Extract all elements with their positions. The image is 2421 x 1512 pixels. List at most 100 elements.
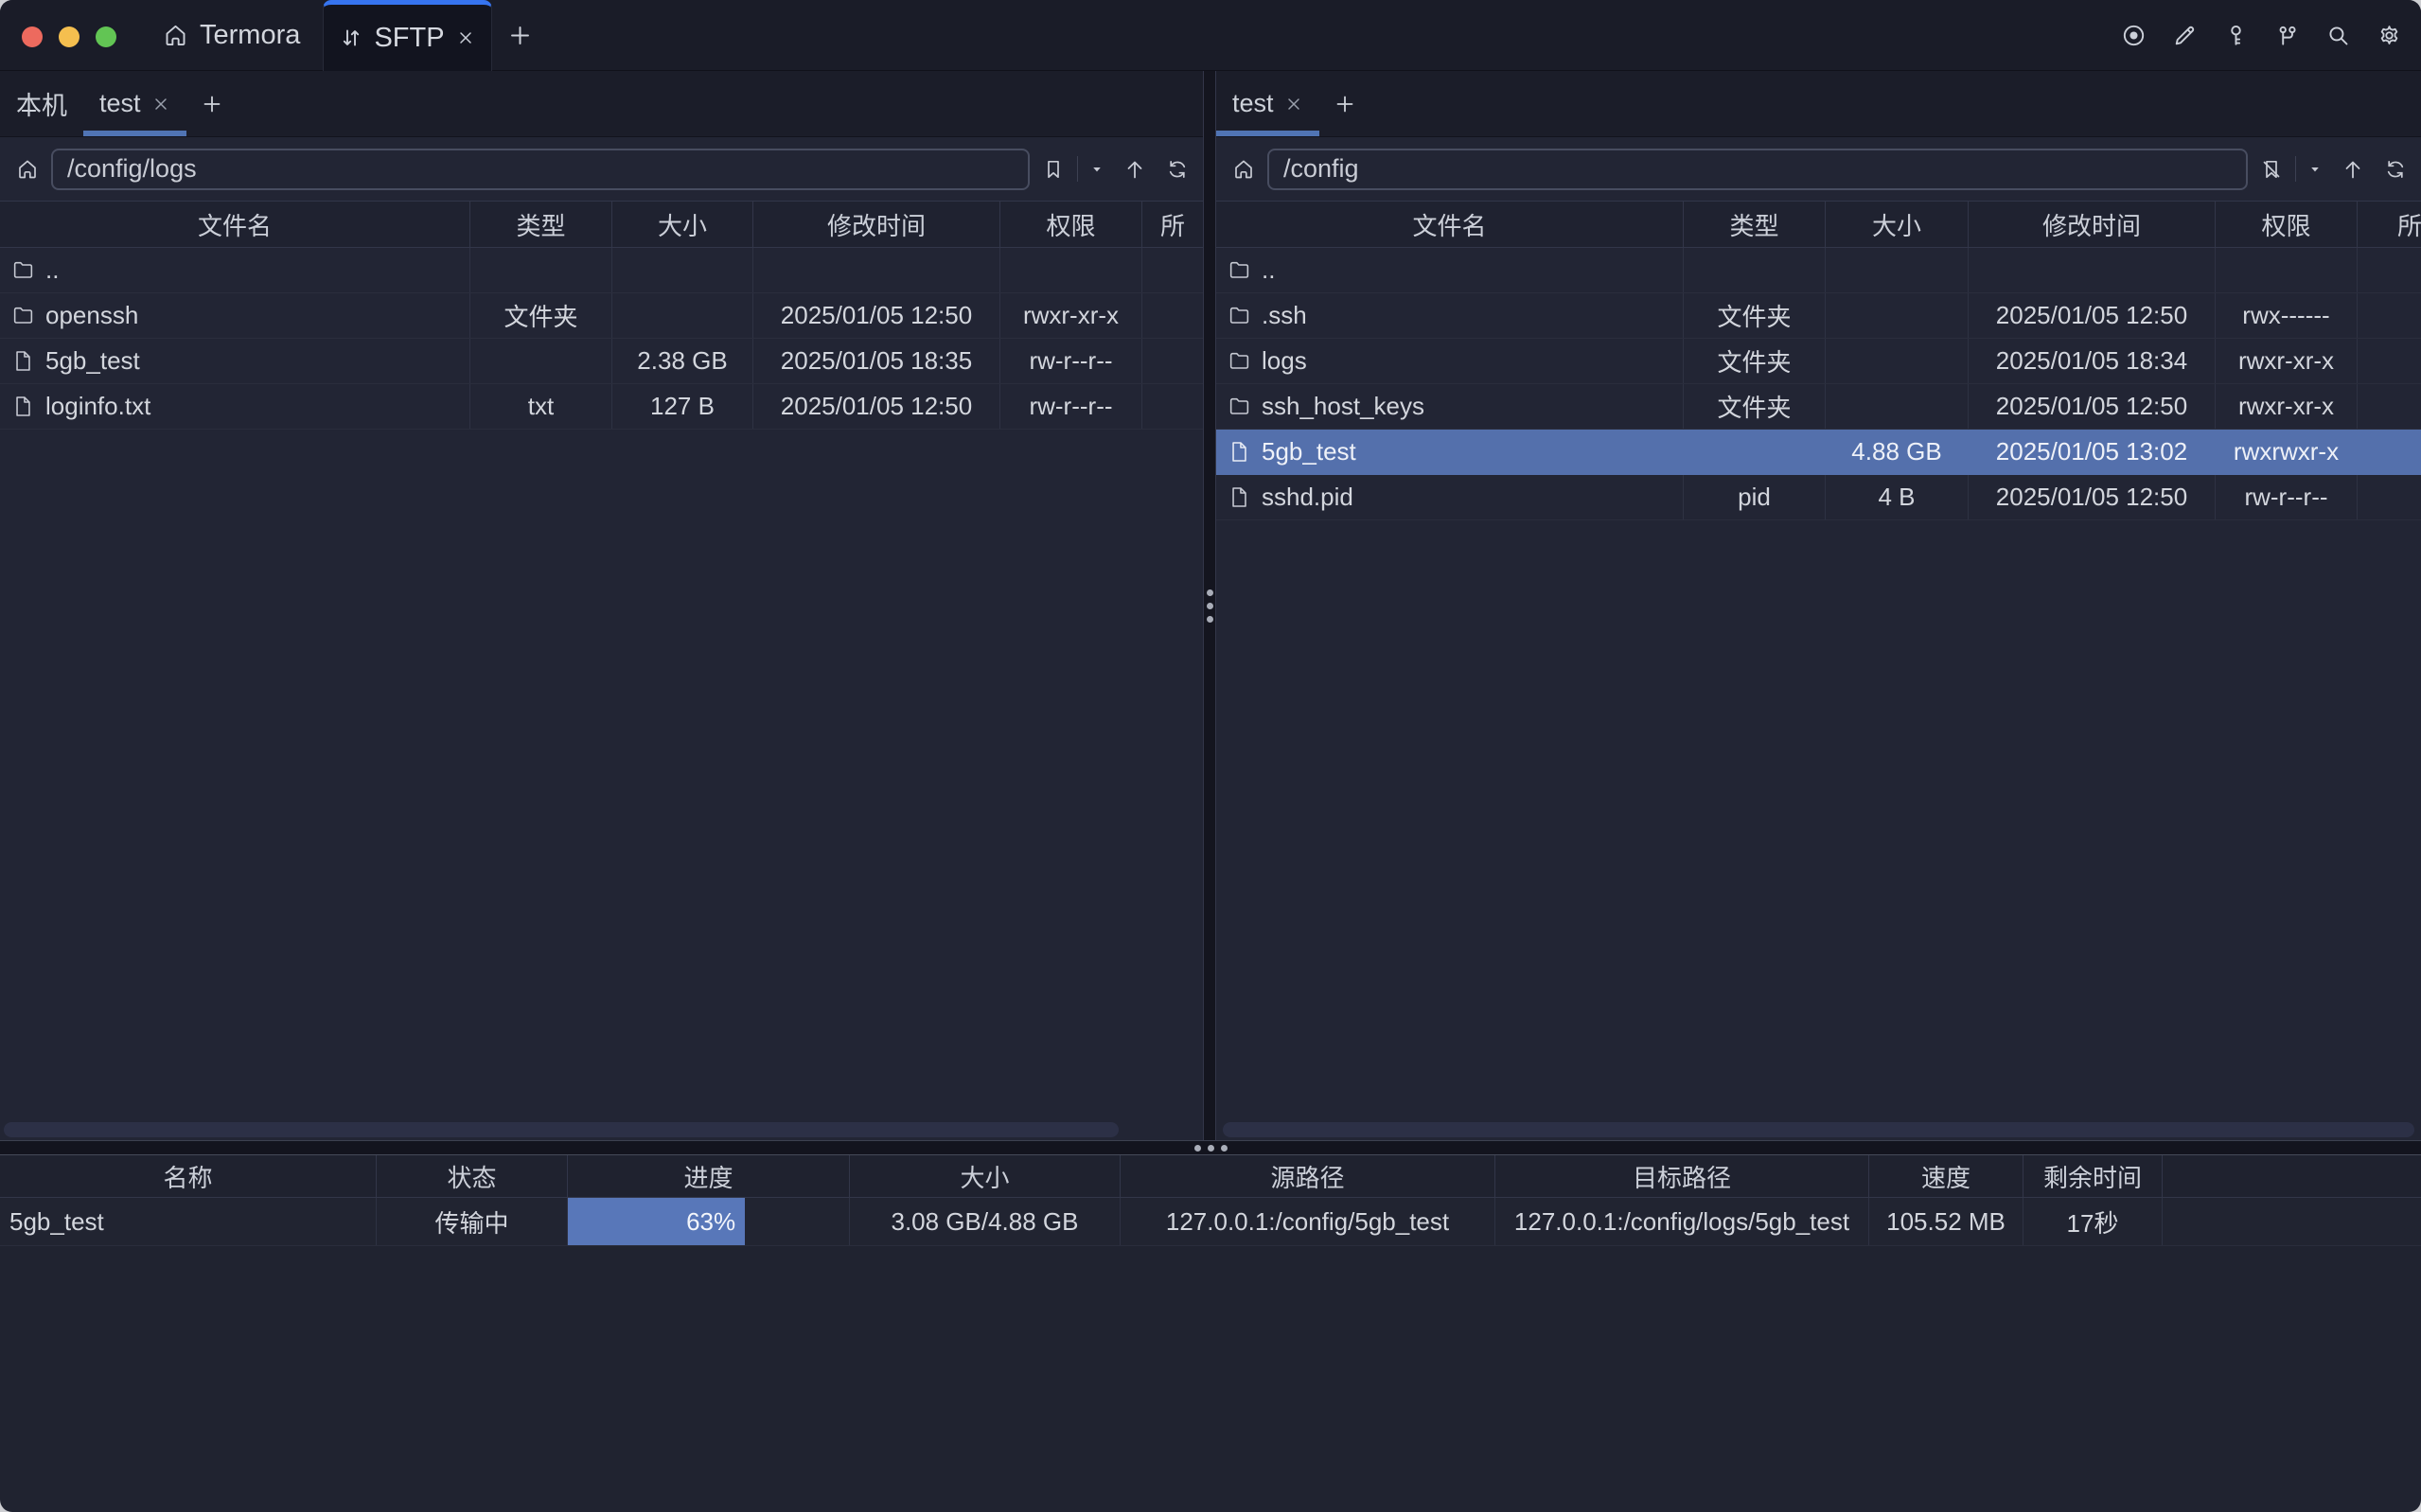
record-icon[interactable] (2121, 23, 2147, 48)
file-name: 5gb_test (1262, 437, 1356, 466)
file-permissions-cell: rwxrwxr-x (2216, 430, 2358, 474)
file-size-cell (612, 293, 753, 338)
column-header[interactable]: 文件名 (0, 202, 470, 247)
file-row[interactable]: openssh文件夹2025/01/05 12:50rwxr-xr-x (0, 293, 1203, 339)
folder-icon (1228, 395, 1251, 418)
transfer-size-cell: 3.08 GB/4.88 GB (850, 1198, 1121, 1245)
table-header: 文件名类型大小修改时间权限所 (1216, 201, 2421, 248)
transfer-empty-cell (2163, 1198, 2421, 1245)
pane-tab-local[interactable]: 本机 (0, 71, 83, 136)
refresh-icon[interactable] (2384, 158, 2407, 181)
file-type-cell: txt (470, 384, 612, 429)
column-header[interactable]: 权限 (2216, 202, 2358, 247)
column-header[interactable]: 类型 (470, 202, 612, 247)
column-header[interactable]: 名称 (0, 1155, 377, 1197)
transfer-arrows-icon (340, 26, 362, 49)
home-tab[interactable]: Termora (163, 0, 300, 71)
dropdown-caret-icon[interactable] (2308, 163, 2322, 176)
minimize-window-button[interactable] (59, 26, 80, 47)
file-modified-cell (753, 248, 1000, 292)
up-arrow-icon[interactable] (2341, 158, 2364, 181)
close-icon[interactable] (456, 28, 475, 47)
column-header[interactable]: 状态 (377, 1155, 568, 1197)
file-name: openssh (45, 301, 138, 330)
column-header[interactable]: 大小 (1826, 202, 1969, 247)
search-icon[interactable] (2325, 23, 2351, 48)
column-header[interactable]: 大小 (850, 1155, 1121, 1197)
table-header: 文件名类型大小修改时间权限所 (0, 201, 1203, 248)
file-row[interactable]: .ssh文件夹2025/01/05 12:50rwx------ (1216, 293, 2421, 339)
file-modified-cell (1969, 248, 2216, 292)
file-owner-cell (1142, 339, 1203, 383)
key-icon[interactable] (2223, 23, 2249, 48)
pane-tab-label: test (99, 89, 141, 118)
file-type-cell: 文件夹 (1684, 293, 1826, 338)
column-header[interactable]: 源路径 (1121, 1155, 1495, 1197)
edit-icon[interactable] (2172, 23, 2198, 48)
transfer-name-cell: 5gb_test (0, 1198, 377, 1245)
column-header[interactable]: 所 (1142, 202, 1203, 247)
column-header[interactable]: 修改时间 (1969, 202, 2216, 247)
file-name-cell: .ssh (1216, 293, 1684, 338)
file-name: .. (1262, 255, 1275, 285)
file-icon (11, 395, 35, 418)
file-icon (11, 349, 35, 373)
left-pane-tabs: 本机 test (0, 71, 1203, 137)
file-size-cell (1826, 384, 1969, 429)
bookmark-icon[interactable] (1042, 158, 1065, 181)
close-icon[interactable] (151, 95, 170, 114)
new-tab-button[interactable] (500, 0, 540, 71)
column-header[interactable]: 所 (2358, 202, 2421, 247)
column-header[interactable]: 大小 (612, 202, 753, 247)
settings-icon[interactable] (2377, 23, 2402, 48)
file-name: .. (45, 255, 59, 285)
file-row[interactable]: sshd.pidpid4 B2025/01/05 12:50rw-r--r-- (1216, 475, 2421, 520)
add-pane-tab-button[interactable] (1319, 71, 1370, 136)
column-header[interactable]: 类型 (1684, 202, 1826, 247)
tab-sftp[interactable]: SFTP (323, 0, 492, 71)
column-header[interactable]: 权限 (1000, 202, 1142, 247)
path-input[interactable] (1267, 149, 2248, 190)
home-icon[interactable] (1232, 158, 1255, 181)
file-row[interactable]: .. (1216, 248, 2421, 293)
pane-tab-test[interactable]: test (1216, 71, 1319, 136)
file-name-cell: ssh_host_keys (1216, 384, 1684, 429)
titlebar-actions (2121, 0, 2402, 71)
column-header[interactable]: 剩余时间 (2023, 1155, 2163, 1197)
home-icon[interactable] (16, 158, 39, 181)
column-header[interactable]: 进度 (568, 1155, 850, 1197)
bookmark-slash-icon[interactable] (2260, 158, 2283, 181)
path-input[interactable] (51, 149, 1030, 190)
close-window-button[interactable] (22, 26, 43, 47)
file-row[interactable]: 5gb_test2.38 GB2025/01/05 18:35rw-r--r-- (0, 339, 1203, 384)
refresh-icon[interactable] (1166, 158, 1189, 181)
horizontal-scrollbar[interactable] (1223, 1122, 2414, 1137)
file-row[interactable]: logs文件夹2025/01/05 18:34rwxr-xr-x (1216, 339, 2421, 384)
file-row[interactable]: loginfo.txttxt127 B2025/01/05 12:50rw-r-… (0, 384, 1203, 430)
transfer-row[interactable]: 5gb_test传输中63%3.08 GB/4.88 GB127.0.0.1:/… (0, 1198, 2421, 1246)
transfer-status-cell: 传输中 (377, 1198, 568, 1245)
horizontal-scrollbar[interactable] (4, 1122, 1119, 1137)
file-modified-cell: 2025/01/05 12:50 (753, 384, 1000, 429)
transfer-source-cell: 127.0.0.1:/config/5gb_test (1121, 1198, 1495, 1245)
column-header[interactable]: 文件名 (1216, 202, 1684, 247)
column-header[interactable]: 目标路径 (1495, 1155, 1869, 1197)
pane-tab-test[interactable]: test (83, 71, 186, 136)
up-arrow-icon[interactable] (1123, 158, 1146, 181)
file-type-cell: pid (1684, 475, 1826, 519)
column-header[interactable]: 修改时间 (753, 202, 1000, 247)
pane-splitter[interactable] (1203, 71, 1216, 1140)
file-row[interactable]: .. (0, 248, 1203, 293)
transfer-splitter[interactable] (0, 1140, 2421, 1154)
zoom-window-button[interactable] (96, 26, 116, 47)
file-owner-cell (2358, 384, 2421, 429)
file-type-cell (1684, 430, 1826, 474)
dropdown-caret-icon[interactable] (1090, 163, 1104, 176)
close-icon[interactable] (1284, 95, 1303, 114)
column-header[interactable] (2163, 1155, 2421, 1197)
branch-icon[interactable] (2274, 23, 2300, 48)
column-header[interactable]: 速度 (1869, 1155, 2023, 1197)
file-row[interactable]: ssh_host_keys文件夹2025/01/05 12:50rwxr-xr-… (1216, 384, 2421, 430)
add-pane-tab-button[interactable] (186, 71, 238, 136)
file-row[interactable]: 5gb_test4.88 GB2025/01/05 13:02rwxrwxr-x (1216, 430, 2421, 475)
